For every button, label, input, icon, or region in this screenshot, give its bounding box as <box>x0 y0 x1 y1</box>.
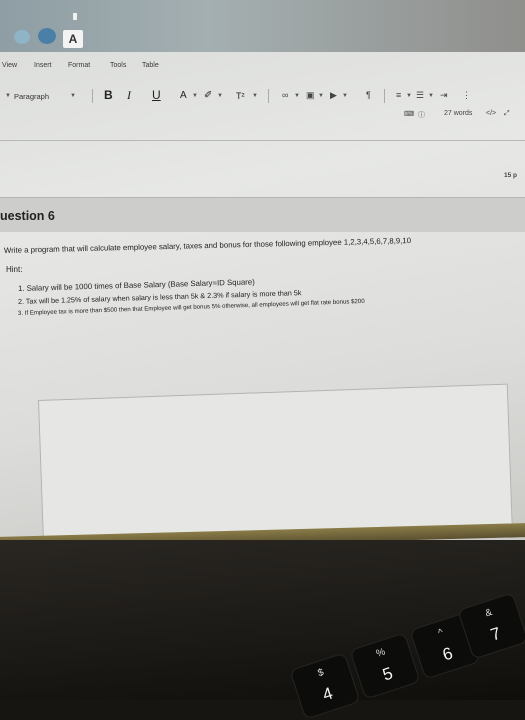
accessibility-icon[interactable]: ⓘ <box>418 110 425 120</box>
question-points: 15 p <box>504 172 518 179</box>
mouse-cursor <box>73 13 77 20</box>
underline-button[interactable]: U <box>152 88 161 102</box>
special-character-icon[interactable]: ¶ <box>366 90 371 100</box>
bold-button[interactable]: B <box>104 88 113 102</box>
text-color-button[interactable]: A <box>180 90 187 101</box>
chevron-down-icon: ▼ <box>5 93 11 99</box>
chevron-down-icon: ▼ <box>217 93 223 99</box>
chevron-down-icon: ▼ <box>318 93 324 99</box>
app-icon[interactable] <box>14 30 30 44</box>
question-prompt: Write a program that will calculate empl… <box>3 236 412 255</box>
user-avatar-button[interactable]: A <box>63 30 83 48</box>
toolbar-divider <box>268 89 269 103</box>
menu-item-table[interactable]: Table <box>142 62 159 69</box>
italic-button[interactable]: I <box>127 88 131 103</box>
answer-textarea[interactable] <box>38 383 514 540</box>
image-icon[interactable]: ▣ <box>306 90 315 101</box>
toolbar-divider <box>384 89 385 103</box>
chevron-down-icon: ▼ <box>406 93 412 99</box>
menu-item-insert[interactable]: Insert <box>34 62 52 69</box>
menu-item-tools[interactable]: Tools <box>110 62 126 69</box>
paragraph-style-select[interactable]: Paragraph <box>14 92 49 101</box>
hint-label: Hint: <box>6 265 23 274</box>
chevron-down-icon: ▼ <box>192 93 198 99</box>
menu-item-format[interactable]: Format <box>68 62 90 69</box>
keyboard-icon[interactable]: ⌨ <box>404 110 414 118</box>
format-toolbar: ▼ Paragraph ▼ B I U A ▼ ✐ ▼ T² ▼ ∞ ▼ ▣ ▼… <box>0 84 525 108</box>
laptop-keyboard-deck: $ 4 % 5 ^ 6 & 7 <box>0 540 525 720</box>
superscript-button[interactable]: T² <box>236 91 245 101</box>
indent-icon[interactable]: ⇥ <box>440 90 448 101</box>
chevron-down-icon: ▼ <box>342 93 348 99</box>
align-icon[interactable]: ≡ <box>396 90 401 100</box>
link-icon[interactable]: ∞ <box>282 90 288 100</box>
editor-divider <box>0 140 525 141</box>
menu-item-view[interactable]: View <box>2 62 17 69</box>
more-options-icon[interactable]: ⋮ <box>462 90 471 101</box>
browser-top-bar: A <box>0 0 525 52</box>
chevron-down-icon: ▼ <box>294 93 300 99</box>
code-view-button[interactable]: </> <box>486 110 496 117</box>
toolbar-divider <box>92 89 93 103</box>
laptop-screen: A View Insert Format Tools Table ▼ Parag… <box>0 0 525 540</box>
app-icon[interactable] <box>38 28 56 44</box>
chevron-down-icon: ▼ <box>252 93 258 99</box>
fullscreen-icon[interactable]: ⤢ <box>504 110 510 118</box>
list-icon[interactable]: ☰ <box>416 90 424 101</box>
key-4[interactable]: $ 4 <box>289 652 361 720</box>
question-title: uestion 6 <box>0 209 55 223</box>
chevron-down-icon: ▼ <box>428 93 434 99</box>
menu-bar: View Insert Format Tools Table <box>0 58 525 76</box>
word-count: 27 words <box>444 110 473 117</box>
key-5[interactable]: % 5 <box>349 632 421 700</box>
highlight-button[interactable]: ✐ <box>204 90 212 101</box>
media-icon[interactable]: ▶ <box>330 90 337 101</box>
question-header <box>0 197 525 232</box>
chevron-down-icon: ▼ <box>70 93 76 99</box>
